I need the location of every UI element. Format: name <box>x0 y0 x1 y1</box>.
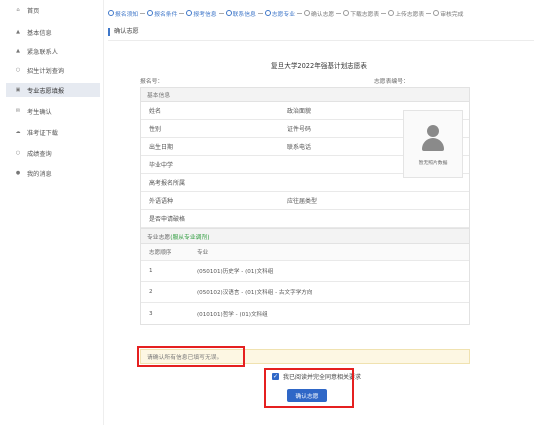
table-row: 外语语种 应往届类型 <box>141 192 469 210</box>
step-confirm[interactable]: 确认志愿 <box>304 9 343 18</box>
sidebar-item-label: 首页 <box>27 7 40 15</box>
page-title: 确认志愿 <box>108 28 139 36</box>
step-circle-icon <box>388 10 395 16</box>
avatar-icon <box>420 123 446 153</box>
step-review[interactable]: 审核完成 <box>433 9 463 18</box>
search-icon: ○ <box>15 150 21 156</box>
step-contact-info[interactable]: 联系信息 <box>225 9 265 18</box>
progress-steps: 报名须知 报名条件 报考信息 联系信息 志愿专业 确认志愿 下载志愿表 上传志愿… <box>108 6 534 20</box>
step-circle-icon <box>264 10 271 16</box>
adjust-note: (服从专业调剂) <box>170 234 210 241</box>
mail-icon: ✉ <box>15 108 21 114</box>
user-icon: ▲ <box>16 29 20 35</box>
step-circle-icon <box>304 10 311 16</box>
sidebar-item-ticket-download[interactable]: ☁ 准考证下载 <box>6 125 100 139</box>
photo-placeholder: 暂无照片数据 <box>403 110 463 178</box>
basic-info-section: 基本信息 <box>141 88 469 102</box>
home-icon: ⌂ <box>16 7 20 13</box>
sidebar-item-home[interactable]: ⌂ 首页 <box>6 3 100 17</box>
sidebar-item-confirm[interactable]: ✉ 考生确认 <box>6 104 100 118</box>
highlight-box <box>137 346 245 367</box>
highlight-box <box>264 368 354 408</box>
table-row: 3 (010101)哲学 - (01)文科组 <box>149 310 268 318</box>
step-conditions[interactable]: 报名条件 <box>147 9 186 18</box>
step-notice[interactable]: 报名须知 <box>108 9 147 18</box>
table-row: 是否申请破格 <box>141 210 469 228</box>
step-circle-icon <box>225 10 232 16</box>
sidebar-item-emergency-contact[interactable]: ▲ 紧急联系人 <box>6 44 100 58</box>
step-circle-icon <box>147 10 154 16</box>
step-circle-icon <box>343 10 350 16</box>
sidebar-item-label: 成绩查询 <box>27 150 52 158</box>
step-circle-icon <box>108 10 114 16</box>
sidebar-item-label: 紧急联系人 <box>27 48 58 56</box>
sidebar-item-label: 我的消息 <box>27 170 52 178</box>
table-row: 2 (050102)汉语言 - (01)文科组 - 古文字学方向 <box>141 282 469 303</box>
volunteer-form-table: 基本信息 姓名 政治面貌 性别 证件号码 出生日期 联系电话 毕业中学 高考报名所属 … <box>140 87 470 325</box>
step-upload[interactable]: 上传志愿表 <box>388 9 433 18</box>
step-circle-icon <box>186 10 193 16</box>
form-title: 复旦大学2022年强基计划志愿表 <box>271 62 367 70</box>
step-circle-icon <box>433 10 440 16</box>
step-download[interactable]: 下载志愿表 <box>343 9 388 18</box>
sidebar-item-volunteer[interactable]: ▣ 专业志愿填报 <box>6 83 100 97</box>
sidebar-item-basic-info[interactable]: ▲ 基本信息 <box>6 25 100 39</box>
step-major[interactable]: 志愿专业 <box>264 9 304 18</box>
divider <box>108 40 534 41</box>
registration-number-label: 报名号： <box>140 79 164 85</box>
volunteer-section-header: 专业志愿 (服从专业调剂) <box>141 228 469 244</box>
form-number-label: 志愿表编号： <box>374 79 409 85</box>
cloud-icon: ☁ <box>15 129 21 135</box>
bell-icon: ● <box>15 170 21 176</box>
photo-caption: 暂无照片数据 <box>418 160 448 166</box>
user-icon: ▲ <box>16 48 20 54</box>
sidebar-item-label: 考生确认 <box>27 108 52 116</box>
step-exam-info[interactable]: 报考信息 <box>186 9 225 18</box>
sidebar-item-messages[interactable]: ● 我的消息 <box>6 166 100 180</box>
table-row: 1 (050101)历史学 - (01)文科组 <box>141 261 469 282</box>
volunteer-table-header: 志愿顺序 专业 <box>141 244 469 261</box>
sidebar-item-label: 基本信息 <box>27 29 52 37</box>
sidebar-item-label: 准考证下载 <box>27 129 58 137</box>
sidebar-item-label: 专业志愿填报 <box>27 87 65 95</box>
edit-icon: ▣ <box>15 87 21 93</box>
sidebar-item-score-query[interactable]: ○ 成绩查询 <box>6 146 100 160</box>
